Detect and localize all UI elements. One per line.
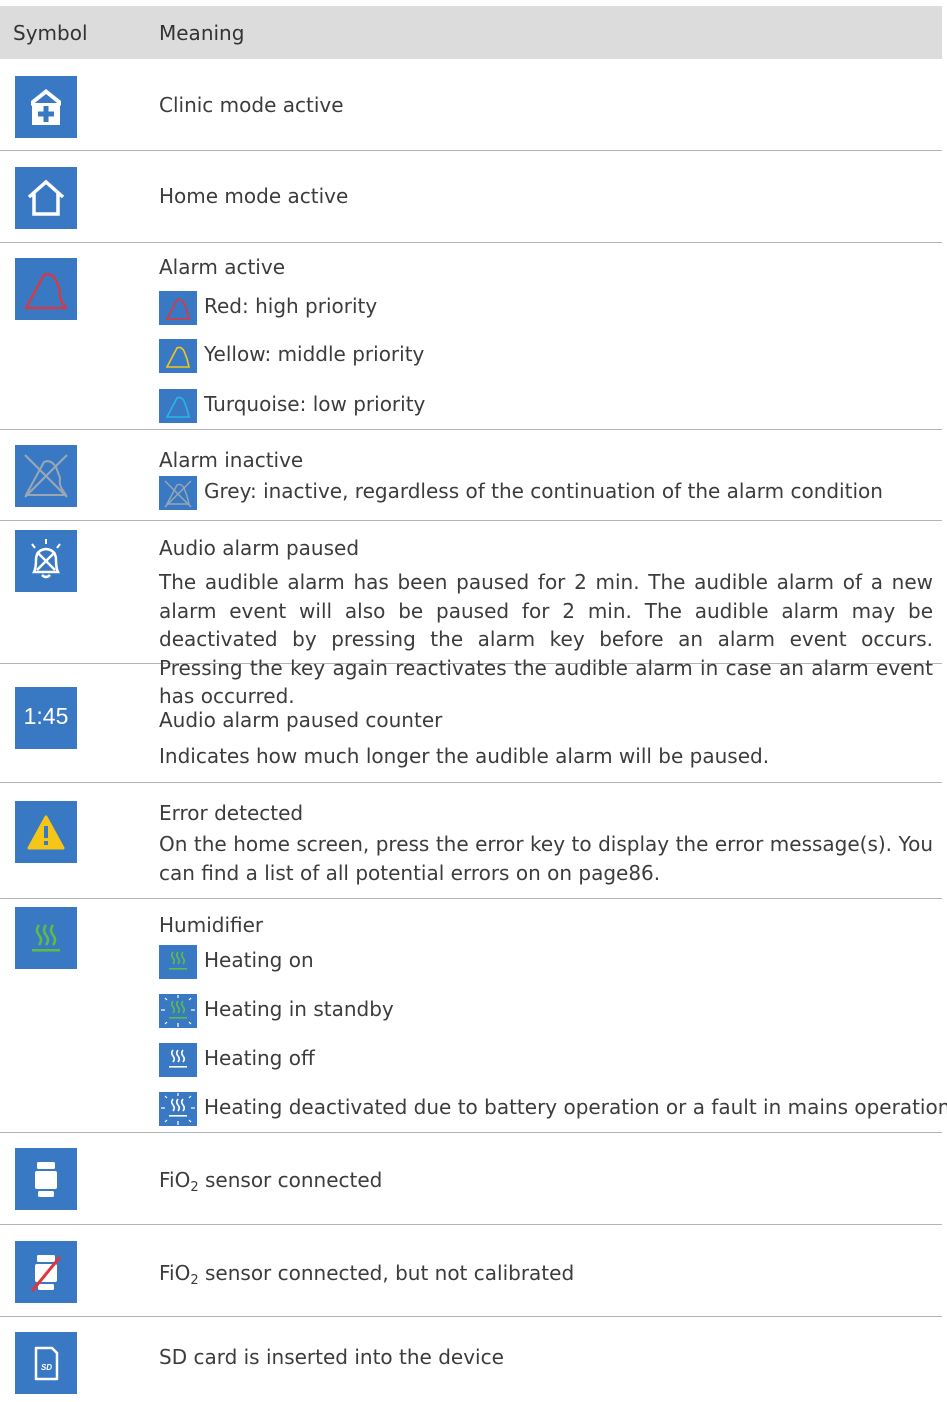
alarm-inactive-title: Alarm inactive <box>159 448 304 472</box>
heating-off-label: Heating off <box>204 1046 315 1070</box>
sd-card-icon: SD <box>15 1332 77 1394</box>
fio2-sensor-icon <box>15 1148 77 1210</box>
table-row-audio-paused: Audio alarm paused The audible alarm has… <box>0 521 942 708</box>
fio2-connected-text: FiO2 sensor connected <box>159 1168 383 1195</box>
home-mode-icon <box>15 167 77 229</box>
table-row-alarm-active: Alarm active Red: high priority Yellow: … <box>0 243 942 430</box>
humidifier-icon <box>15 907 77 969</box>
clinic-mode-text: Clinic mode active <box>159 93 344 117</box>
audio-counter-description: Indicates how much longer the audible al… <box>159 744 770 768</box>
humidifier-title: Humidifier <box>159 913 264 937</box>
alarm-grey-icon <box>159 476 197 510</box>
table-row-fio2-not-calibrated: FiO2 sensor connected, but not calibrate… <box>0 1225 942 1317</box>
table-row-alarm-inactive: Alarm inactive Grey: inactive, regardles… <box>0 430 942 521</box>
alarm-turquoise-icon <box>159 389 197 423</box>
fio2-not-calibrated-text: FiO2 sensor connected, but not calibrate… <box>159 1261 575 1288</box>
heating-standby-icon <box>159 994 197 1028</box>
countdown-icon: 1:45 <box>15 687 77 749</box>
audio-counter-title: Audio alarm paused counter <box>159 708 443 732</box>
column-header-meaning: Meaning <box>159 21 245 45</box>
fio2-sensor-not-calibrated-icon <box>15 1241 77 1303</box>
error-title: Error detected <box>159 801 304 825</box>
heating-deactivated-icon <box>159 1092 197 1126</box>
alarm-turquoise-label: Turquoise: low priority <box>204 392 426 416</box>
alarm-red-label: Red: high priority <box>204 294 378 318</box>
table-row-fio2-connected: FiO2 sensor connected <box>0 1133 942 1225</box>
alarm-grey-label: Grey: inactive, regardless of the contin… <box>204 479 883 503</box>
alarm-yellow-label: Yellow: middle priority <box>204 342 425 366</box>
bell-paused-icon <box>15 530 77 592</box>
error-description: On the home screen, press the error key … <box>159 832 933 885</box>
alarm-active-icon <box>15 258 77 320</box>
table-row-error: Error detected On the home screen, press… <box>0 783 942 899</box>
error-warning-icon <box>15 801 77 863</box>
table-row-home: Home mode active <box>0 151 942 243</box>
alarm-red-icon <box>159 291 197 325</box>
clinic-mode-icon <box>15 76 77 138</box>
table-row-humidifier: Humidifier Heating on Heating in standby… <box>0 899 947 1133</box>
column-header-symbol: Symbol <box>13 21 88 45</box>
heating-on-icon <box>159 945 197 979</box>
countdown-value: 1:45 <box>23 703 69 729</box>
home-mode-text: Home mode active <box>159 184 349 208</box>
heating-on-label: Heating on <box>204 948 314 972</box>
heating-off-icon <box>159 1043 197 1077</box>
alarm-yellow-icon <box>159 339 197 373</box>
alarm-active-title: Alarm active <box>159 255 285 279</box>
table-header: Symbol Meaning <box>0 6 942 59</box>
sd-card-icon-label: SD <box>41 1363 52 1372</box>
table-row-clinic: Clinic mode active <box>0 59 942 151</box>
heating-deactivated-label: Heating deactivated due to battery opera… <box>204 1095 947 1119</box>
audio-paused-title: Audio alarm paused <box>159 536 360 560</box>
table-row-audio-counter: 1:45 Audio alarm paused counter Indicate… <box>0 664 942 783</box>
heating-standby-label: Heating in standby <box>204 997 394 1021</box>
alarm-inactive-icon <box>15 445 77 507</box>
table-row-sd-card: SD SD card is inserted into the device <box>0 1317 942 1401</box>
sd-card-text: SD card is inserted into the device <box>159 1345 504 1369</box>
